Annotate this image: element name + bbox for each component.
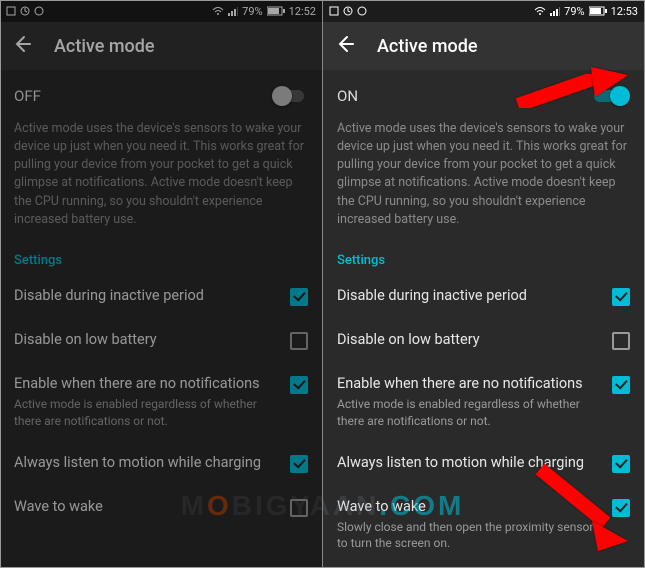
battery-icon [589,6,607,16]
sim-icon [329,6,339,16]
status-right: 79% 12:52 [212,5,316,18]
signal-icon [550,6,560,16]
content: OFF Active mode uses the device's sensor… [0,70,322,529]
content: ON Active mode uses the device's sensors… [323,70,644,564]
screen-left: 79% 12:52 Active mode OFF Active mode us… [0,0,322,568]
sync-icon [20,6,30,16]
checkbox-icon[interactable] [612,499,630,517]
whatsapp-icon [357,6,367,16]
page-title: Active mode [54,36,155,57]
status-bar: 79% 12:53 [323,0,644,22]
sync-icon [343,6,353,16]
checkbox-icon[interactable] [612,288,630,306]
app-header: Active mode [0,22,322,70]
setting-title: Wave to wake [337,497,600,517]
page-title: Active mode [377,36,478,57]
feature-description: Active mode uses the device's sensors to… [0,120,322,243]
section-label: Settings [323,243,644,274]
wifi-icon [534,6,546,16]
setting-subtitle: Active mode is enabled regardless of whe… [14,396,278,428]
setting-wave-to-wake[interactable]: Wave to wake Slowly close and then open … [323,485,644,564]
back-icon[interactable] [335,34,355,58]
setting-disable-low-battery[interactable]: Disable on low battery [323,318,644,362]
setting-enable-no-notifications[interactable]: Enable when there are no notifications A… [323,362,644,441]
setting-label: Wave to wake [14,497,278,517]
toggle-switch[interactable] [594,86,630,106]
whatsapp-icon [34,6,44,16]
clock-text: 12:53 [611,5,638,18]
signal-icon [228,6,238,16]
setting-label: Disable during inactive period [337,286,600,306]
setting-disable-inactive[interactable]: Disable during inactive period [0,274,322,318]
setting-listen-motion-charging[interactable]: Always listen to motion while charging [0,441,322,485]
setting-listen-motion-charging[interactable]: Always listen to motion while charging [323,441,644,485]
checkbox-icon[interactable] [290,376,308,394]
checkbox-icon[interactable] [290,288,308,306]
battery-icon [267,6,285,16]
feature-description: Active mode uses the device's sensors to… [323,120,644,243]
setting-label: Wave to wake Slowly close and then open … [337,497,600,552]
setting-label: Enable when there are no notifications A… [337,374,600,429]
setting-title: Enable when there are no notifications [337,374,600,394]
back-icon[interactable] [12,34,32,58]
setting-subtitle: Slowly close and then open the proximity… [337,519,600,551]
master-toggle-row[interactable]: OFF [0,70,322,120]
status-left-icons [6,6,44,16]
master-toggle-row[interactable]: ON [323,70,644,120]
setting-enable-no-notifications[interactable]: Enable when there are no notifications A… [0,362,322,441]
setting-wave-to-wake[interactable]: Wave to wake [0,485,322,529]
checkbox-icon[interactable] [290,455,308,473]
checkbox-icon[interactable] [612,332,630,350]
status-bar: 79% 12:52 [0,0,322,22]
sim-icon [6,6,16,16]
setting-title: Enable when there are no notifications [14,374,278,394]
battery-percent: 79% [564,5,584,18]
toggle-label: ON [337,87,358,105]
setting-disable-low-battery[interactable]: Disable on low battery [0,318,322,362]
checkbox-icon[interactable] [290,499,308,517]
toggle-label: OFF [14,87,41,105]
checkbox-icon[interactable] [612,376,630,394]
setting-label: Always listen to motion while charging [14,453,278,473]
status-right: 79% 12:53 [534,5,638,18]
setting-disable-inactive[interactable]: Disable during inactive period [323,274,644,318]
setting-label: Disable on low battery [14,330,278,350]
toggle-switch[interactable] [272,86,308,106]
wifi-icon [212,6,224,16]
section-label: Settings [0,243,322,274]
screen-right: 79% 12:53 Active mode ON Active mode use… [322,0,644,568]
setting-label: Always listen to motion while charging [337,453,600,473]
checkbox-icon[interactable] [290,332,308,350]
checkbox-icon[interactable] [612,455,630,473]
setting-label: Enable when there are no notifications A… [14,374,278,429]
battery-percent: 79% [242,5,262,18]
setting-label: Disable during inactive period [14,286,278,306]
setting-label: Disable on low battery [337,330,600,350]
clock-text: 12:52 [289,5,316,18]
setting-subtitle: Active mode is enabled regardless of whe… [337,396,600,428]
status-left-icons [329,6,367,16]
app-header: Active mode [323,22,644,70]
